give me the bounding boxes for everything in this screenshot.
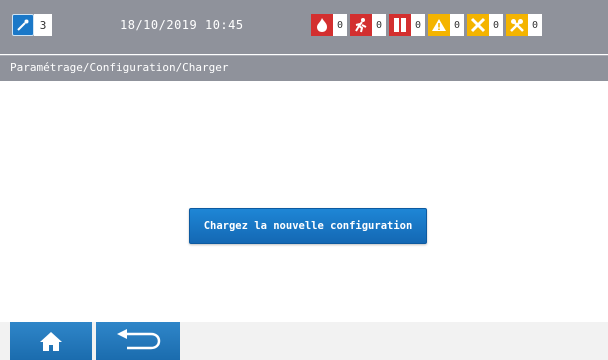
fault-indicator[interactable]: 0 xyxy=(467,14,503,36)
breadcrumb-bar: Paramétrage/Configuration/Charger xyxy=(0,55,608,81)
evacuation-runner-icon xyxy=(350,14,372,36)
access-level-badge[interactable] xyxy=(12,14,34,36)
key-icon xyxy=(17,19,29,31)
fault-count: 0 xyxy=(489,14,503,36)
warning-count: 0 xyxy=(450,14,464,36)
fire-alarm-count: 0 xyxy=(333,14,347,36)
maintenance-indicator[interactable]: 0 xyxy=(506,14,542,36)
home-icon xyxy=(40,332,62,351)
access-level-count: 3 xyxy=(34,14,52,36)
date-time-display: 18/10/2019 10:45 xyxy=(120,18,244,32)
warning-indicator[interactable]: 0 xyxy=(428,14,464,36)
breadcrumb: Paramétrage/Configuration/Charger xyxy=(10,61,229,74)
fire-door-icon xyxy=(389,14,411,36)
maintenance-count: 0 xyxy=(528,14,542,36)
return-arrow-icon xyxy=(117,329,161,350)
top-status-bar: 3 18/10/2019 10:45 0 0 0 0 0 0 xyxy=(0,0,608,54)
fire-door-count: 0 xyxy=(411,14,425,36)
evacuation-count: 0 xyxy=(372,14,386,36)
fire-icon xyxy=(311,14,333,36)
fire-door-indicator[interactable]: 0 xyxy=(389,14,425,36)
warning-triangle-icon xyxy=(428,14,450,36)
maintenance-tools-icon xyxy=(506,14,528,36)
back-button[interactable] xyxy=(96,322,180,360)
main-content xyxy=(0,81,608,321)
evacuation-indicator[interactable]: 0 xyxy=(350,14,386,36)
fault-cross-icon xyxy=(467,14,489,36)
home-button[interactable] xyxy=(10,322,92,360)
load-new-configuration-button[interactable]: Chargez la nouvelle configuration xyxy=(189,208,427,244)
fire-alarm-indicator[interactable]: 0 xyxy=(311,14,347,36)
